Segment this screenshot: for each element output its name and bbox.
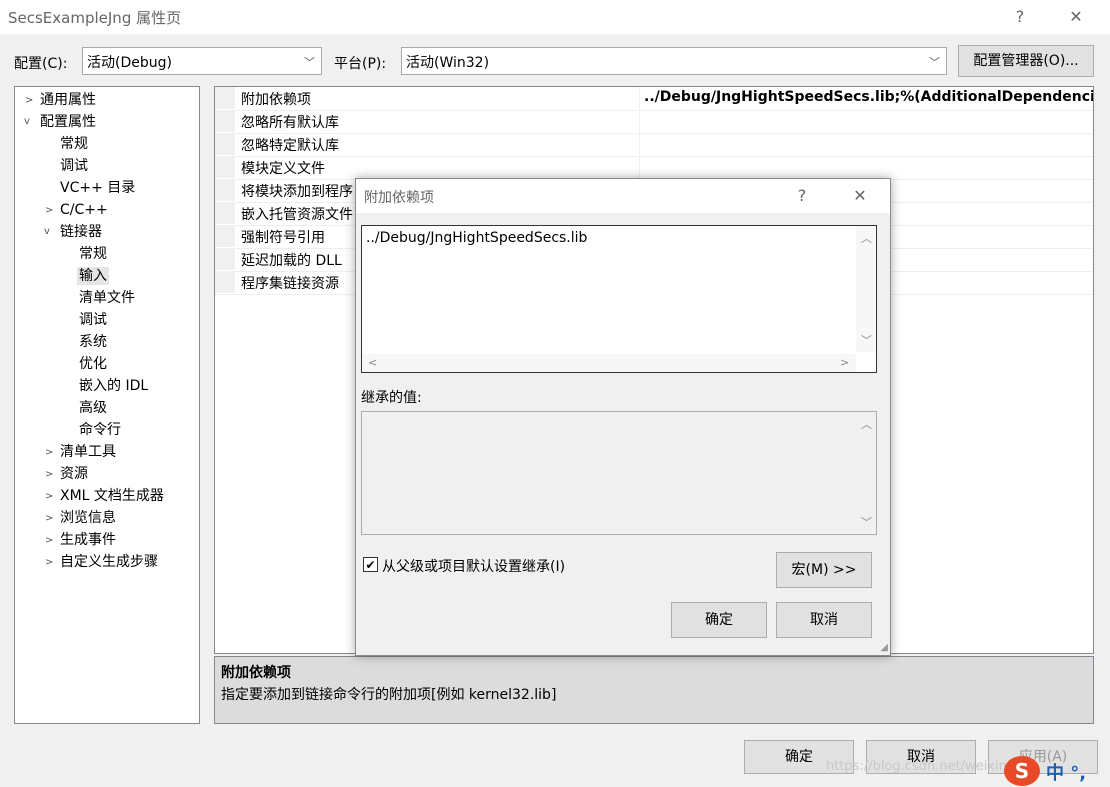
additional-dependencies-dialog: 附加依赖项 ? ✕ ../Debug/JngHightSpeedSecs.lib… — [355, 178, 891, 656]
inherit-checkbox-label[interactable]: 从父级或项目默认设置继承(I) — [382, 556, 565, 576]
description-title: 附加依赖项 — [221, 665, 291, 681]
property-row[interactable]: 忽略所有默认库 — [215, 110, 1093, 134]
inherit-checkbox[interactable]: ✔ — [363, 557, 378, 572]
chevron-down-icon[interactable]: v — [24, 116, 30, 127]
tree-item-linker-debugging[interactable]: 调试 — [79, 311, 107, 329]
tree-item-manifest-tool[interactable]: 清单工具 — [60, 443, 116, 461]
chevron-right-icon[interactable]: > — [45, 205, 53, 216]
tree-item-xml-doc-generator[interactable]: XML 文档生成器 — [60, 487, 164, 505]
property-row[interactable]: 忽略特定默认库 — [215, 133, 1093, 157]
chevron-right-icon[interactable]: > — [25, 95, 33, 106]
config-label: 配置(C): — [14, 56, 68, 72]
dialog-title: 附加依赖项 — [364, 190, 434, 206]
tree-item-browse-information[interactable]: 浏览信息 — [60, 509, 116, 527]
tree-item-linker-optimization[interactable]: 优化 — [79, 355, 107, 373]
dialog-ok-button[interactable]: 确定 — [671, 602, 767, 638]
chevron-up-icon[interactable]: ︿ — [861, 416, 872, 432]
tree-item-common-properties[interactable]: 通用属性 — [40, 91, 96, 109]
chevron-down-icon: ﹀ — [929, 56, 940, 69]
property-name: 模块定义文件 — [241, 161, 325, 177]
tree-item-linker-general[interactable]: 常规 — [79, 245, 107, 263]
platform-select[interactable]: 活动(Win32) ﹀ — [401, 47, 947, 75]
watermark-text: https://blog.csdn.net/weixin_4... — [826, 759, 1035, 774]
dependencies-text: ../Debug/JngHightSpeedSecs.lib — [366, 230, 588, 246]
checkmark-icon: ✔ — [365, 558, 376, 572]
chevron-right-icon[interactable]: > — [45, 557, 53, 568]
description-panel: 附加依赖项 指定要添加到链接命令行的附加项[例如 kernel32.lib] — [214, 656, 1094, 724]
close-icon[interactable]: ✕ — [1058, 4, 1094, 30]
chevron-up-icon[interactable]: ︿ — [861, 230, 872, 246]
config-select-value: 活动(Debug) — [87, 55, 172, 71]
tree-item-cpp[interactable]: C/C++ — [60, 201, 108, 219]
dialog-title-bar: 附加依赖项 ? ✕ — [356, 179, 890, 213]
dependencies-textarea[interactable]: ../Debug/JngHightSpeedSecs.lib ︿ ﹀ < > — [361, 225, 877, 373]
tree-item-custom-build-step[interactable]: 自定义生成步骤 — [60, 553, 158, 571]
tree-item-resources[interactable]: 资源 — [60, 465, 88, 483]
config-manager-button[interactable]: 配置管理器(O)... — [958, 45, 1094, 77]
platform-select-value: 活动(Win32) — [406, 55, 490, 71]
property-name: 将模块添加到程序 — [241, 184, 353, 200]
property-name: 强制符号引用 — [241, 230, 325, 246]
tree-item-debugging[interactable]: 调试 — [60, 157, 88, 175]
chevron-right-icon[interactable]: > — [45, 469, 53, 480]
chevron-down-icon[interactable]: ﹀ — [861, 332, 872, 348]
property-name: 忽略特定默认库 — [241, 138, 339, 154]
tree-item-linker-input[interactable]: 输入 — [77, 267, 109, 285]
property-row[interactable]: 模块定义文件 — [215, 156, 1093, 180]
description-text: 指定要添加到链接命令行的附加项[例如 kernel32.lib] — [221, 687, 557, 703]
tree-item-linker-advanced[interactable]: 高级 — [79, 399, 107, 417]
property-tree: > 通用属性 v 配置属性 常规 调试 VC++ 目录 > C/C++ v 链接… — [14, 86, 200, 724]
property-name: 忽略所有默认库 — [241, 115, 339, 131]
chevron-down-icon[interactable]: v — [44, 226, 50, 237]
macro-button[interactable]: 宏(M) >> — [776, 552, 872, 588]
inherited-values-box: ︿ ﹀ — [361, 411, 877, 535]
ime-status[interactable]: 中 °, — [1046, 759, 1086, 785]
close-icon[interactable]: ✕ — [842, 183, 878, 209]
vertical-scrollbar[interactable]: ︿ ﹀ — [856, 226, 876, 352]
property-row[interactable]: 附加依赖项 ../Debug/JngHightSpeedSecs.lib;%(A… — [215, 87, 1093, 111]
chevron-right-icon[interactable]: > — [840, 356, 849, 369]
property-name: 程序集链接资源 — [241, 276, 339, 292]
tree-item-config-properties[interactable]: 配置属性 — [40, 113, 96, 131]
chevron-down-icon: ﹀ — [304, 56, 315, 69]
chevron-right-icon[interactable]: > — [45, 447, 53, 458]
chevron-right-icon[interactable]: > — [45, 535, 53, 546]
chevron-left-icon[interactable]: < — [368, 356, 377, 369]
resize-grip-icon[interactable]: ◢ — [880, 642, 888, 653]
property-name: 附加依赖项 — [241, 92, 311, 108]
platform-label: 平台(P): — [334, 56, 387, 72]
tree-item-general[interactable]: 常规 — [60, 135, 88, 153]
tree-item-linker[interactable]: 链接器 — [60, 223, 102, 241]
help-icon[interactable]: ? — [784, 183, 820, 209]
horizontal-scrollbar[interactable]: < > — [362, 354, 856, 372]
tree-item-vc-directories[interactable]: VC++ 目录 — [60, 179, 135, 197]
ime-logo-icon[interactable]: S — [1004, 756, 1040, 786]
property-name: 嵌入托管资源文件 — [241, 207, 353, 223]
chevron-right-icon[interactable]: > — [45, 513, 53, 524]
config-select[interactable]: 活动(Debug) ﹀ — [82, 47, 322, 75]
chevron-down-icon[interactable]: ﹀ — [861, 514, 872, 530]
help-icon[interactable]: ? — [1002, 4, 1038, 30]
property-name: 延迟加载的 DLL — [241, 253, 342, 269]
window-title: SecsExampleJng 属性页 — [8, 9, 182, 27]
tree-item-linker-manifest[interactable]: 清单文件 — [79, 289, 135, 307]
chevron-right-icon[interactable]: > — [45, 491, 53, 502]
tree-item-linker-system[interactable]: 系统 — [79, 333, 107, 351]
vertical-scrollbar[interactable]: ︿ ﹀ — [856, 412, 876, 534]
tree-item-linker-command-line[interactable]: 命令行 — [79, 421, 121, 439]
dialog-cancel-button[interactable]: 取消 — [776, 602, 872, 638]
tree-item-build-events[interactable]: 生成事件 — [60, 531, 116, 549]
property-value: ../Debug/JngHightSpeedSecs.lib;%(Additio… — [644, 89, 1093, 105]
inherited-values-label: 继承的值: — [361, 390, 422, 406]
window-title-bar: SecsExampleJng 属性页 ? ✕ — [0, 0, 1110, 34]
tree-item-linker-embedded-idl[interactable]: 嵌入的 IDL — [79, 377, 148, 395]
